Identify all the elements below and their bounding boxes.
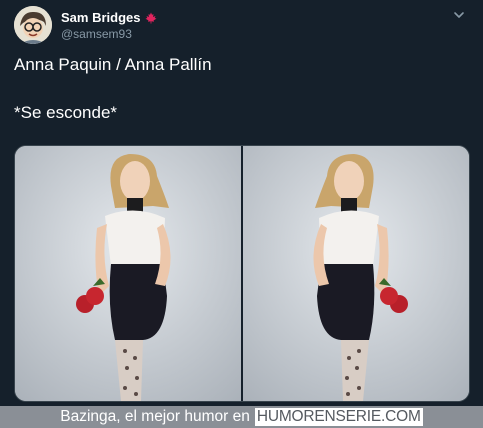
photo-left[interactable]: [15, 146, 241, 401]
tweet-header: Sam Bridges @samsem93: [14, 6, 474, 46]
chevron-down-icon[interactable]: [452, 8, 466, 22]
user-handle[interactable]: @samsem93: [61, 27, 132, 41]
display-name[interactable]: Sam Bridges: [61, 10, 140, 25]
maple-leaf-icon: [145, 12, 157, 23]
tweet-text-line-1: Anna Paquin / Anna Pallín: [14, 55, 212, 74]
tweet-text-line-2: *Se esconde*: [14, 103, 118, 122]
footer-text: Bazinga, el mejor humor en: [60, 408, 250, 425]
watermark-footer: Bazinga, el mejor humor en HUMORENSERIE.…: [0, 406, 483, 428]
tweet-media[interactable]: [14, 145, 470, 402]
footer-site: HUMORENSERIE.COM: [254, 408, 423, 426]
avatar[interactable]: [14, 6, 52, 44]
author-name-row: Sam Bridges: [61, 10, 157, 25]
photo-right[interactable]: [243, 146, 469, 401]
